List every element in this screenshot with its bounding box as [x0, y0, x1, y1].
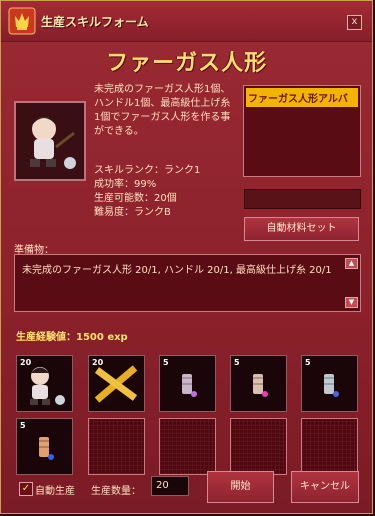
production-exp: 生産経験値：1500 exp — [16, 332, 128, 343]
empty-slot[interactable] — [159, 418, 216, 475]
empty-slot[interactable] — [301, 418, 358, 475]
cancel-button[interactable]: キャンセル — [291, 471, 359, 503]
slot-count: 5 — [305, 358, 311, 367]
auto-material-set-button[interactable]: 自動材料セット — [244, 217, 359, 241]
close-button[interactable]: x — [347, 15, 362, 30]
slot-count: 5 — [234, 358, 240, 367]
slot-count: 20 — [92, 358, 104, 367]
empty-slot[interactable] — [230, 418, 287, 475]
material-slot[interactable]: 20 — [16, 355, 73, 412]
item-description: 未完成のファーガス人形1個、ハンドル1個、最高級仕上げ糸1個でファーガス人形を作… — [94, 84, 231, 137]
preparation-text: 未完成のファーガス人形 20/1, ハンドル 20/1, 最高級仕上げ糸 20/… — [22, 265, 332, 276]
recipe-list[interactable]: ファーガス人形アルバ — [243, 85, 361, 177]
material-slot[interactable]: 5 — [301, 355, 358, 412]
quantity-input[interactable]: 20 — [151, 476, 189, 496]
scroll-down-button[interactable]: ▼ — [345, 297, 358, 308]
slot-count: 5 — [20, 421, 26, 430]
material-slot[interactable]: 20 — [88, 355, 145, 412]
item-portrait — [14, 101, 86, 181]
material-slot[interactable]: 5 — [159, 355, 216, 412]
auto-production-checkbox[interactable]: ✓ — [19, 482, 33, 496]
slot-count: 5 — [163, 358, 169, 367]
skill-rank: スキルランク：ランク1 — [94, 165, 201, 176]
production-skill-window: 生産スキルフォーム x ファーガス人形 未完成のファーガス人形1個、ハンドル1個… — [0, 0, 373, 514]
start-button[interactable]: 開始 — [207, 471, 274, 503]
producible-count: 生産可能数：20個 — [94, 193, 177, 204]
progress-bar — [244, 189, 361, 209]
scroll-up-button[interactable]: ▲ — [345, 258, 358, 269]
success-rate: 成功率：99% — [94, 179, 157, 190]
fergus-doll-icon — [30, 117, 76, 169]
material-slot[interactable]: 5 — [230, 355, 287, 412]
recipe-list-item-selected[interactable]: ファーガス人形アルバ — [246, 88, 358, 107]
title-bar[interactable]: 生産スキルフォーム x — [1, 1, 372, 42]
preparation-box: 未完成のファーガス人形 20/1, ハンドル 20/1, 最高級仕上げ糸 20/… — [14, 254, 361, 312]
item-name-heading: ファーガス人形 — [105, 51, 267, 76]
material-slot[interactable]: 5 — [16, 418, 73, 475]
quantity-label: 生産数量： — [91, 486, 141, 497]
slot-count: 20 — [20, 358, 32, 367]
stats-list: スキルランク：ランク1 成功率：99% 生産可能数：20個 難易度：ランクB — [94, 164, 244, 220]
difficulty: 難易度：ランクB — [94, 207, 171, 218]
empty-slot[interactable] — [88, 418, 145, 475]
window-title: 生産スキルフォーム — [41, 15, 149, 29]
auto-production-label: 自動生産 — [35, 486, 75, 497]
skill-crest-icon — [8, 7, 36, 35]
